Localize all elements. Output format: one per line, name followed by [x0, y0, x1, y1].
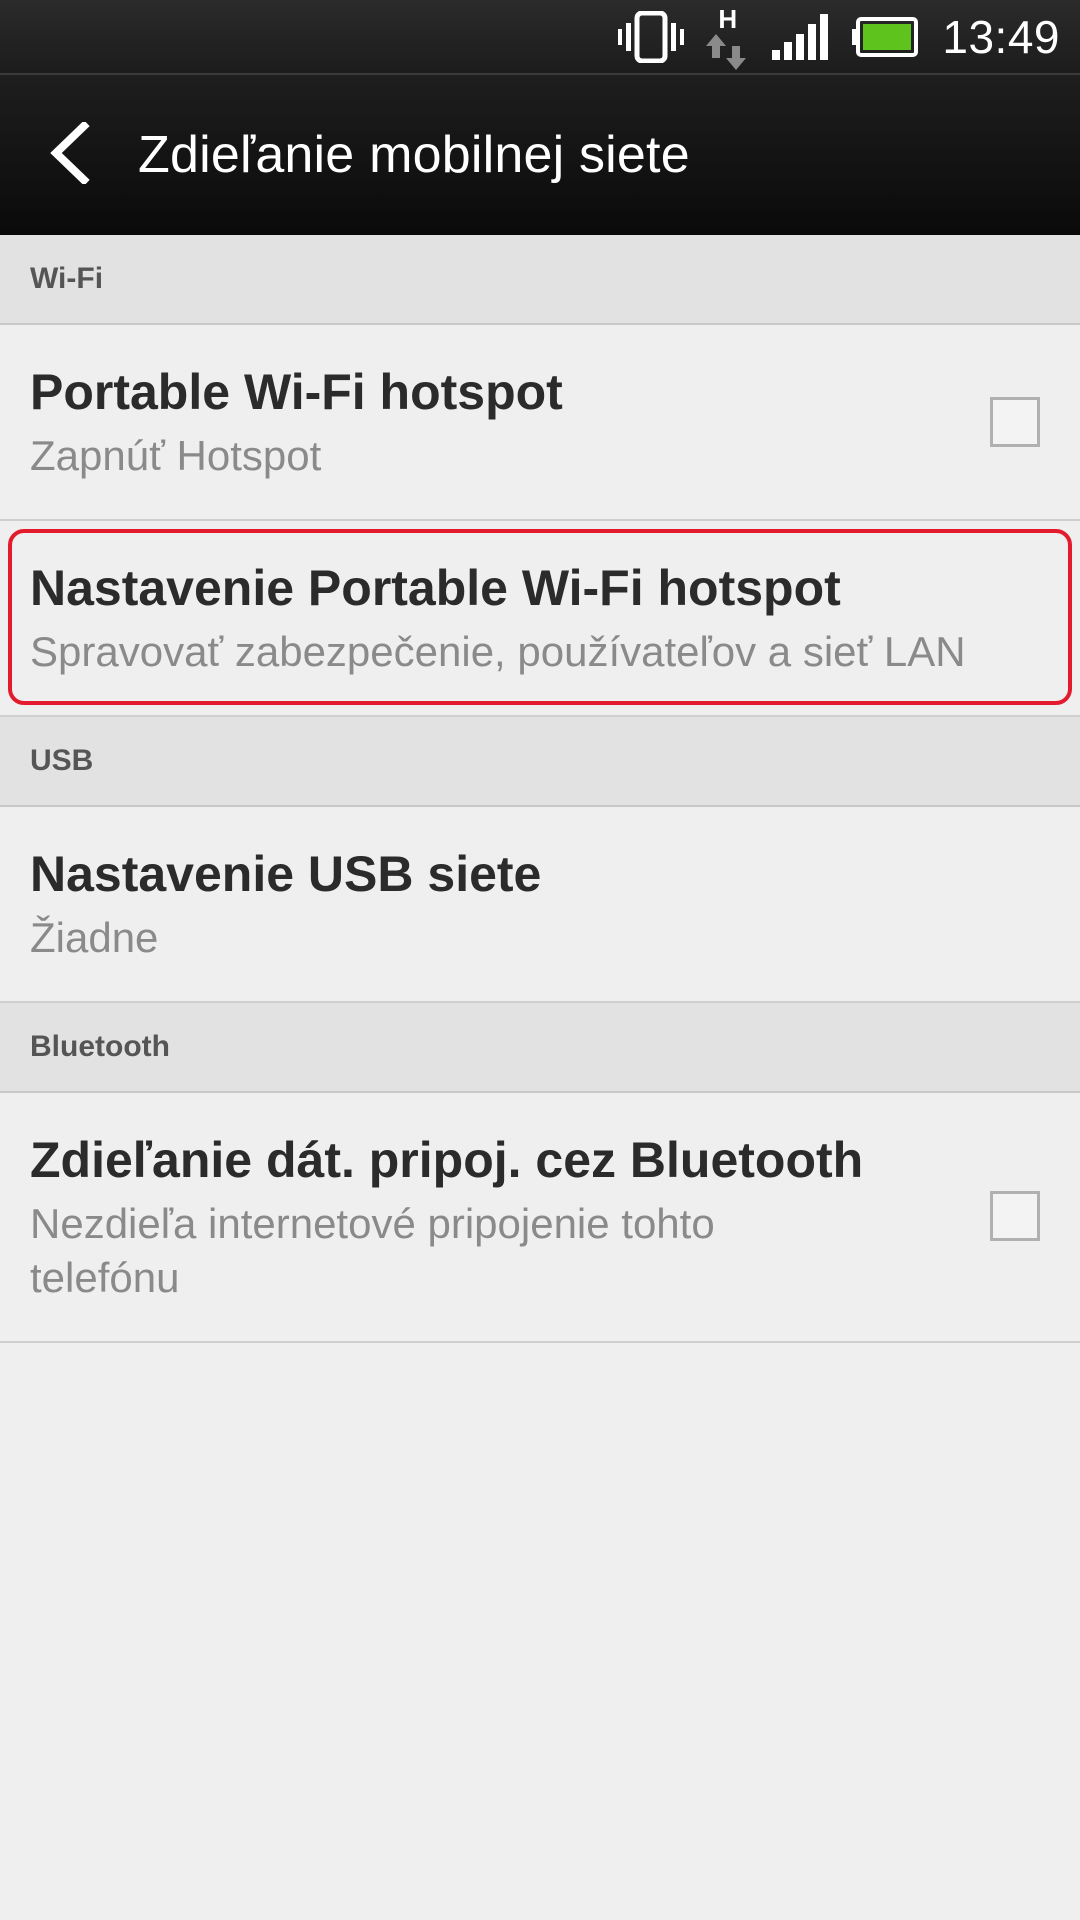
item-subtitle-line1: Nezdieľa internetové pripojenie tohto: [30, 1200, 715, 1247]
back-button[interactable]: [10, 74, 130, 236]
section-header-wifi: Wi-Fi: [0, 235, 1080, 325]
battery-icon: [852, 16, 919, 57]
section-header-bluetooth: Bluetooth: [0, 1003, 1080, 1093]
vibrate-icon: [618, 10, 685, 63]
section-header-usb: USB: [0, 717, 1080, 807]
item-title: Portable Wi-Fi hotspot: [30, 364, 563, 420]
action-bar: Zdieľanie mobilnej siete: [0, 73, 1080, 235]
item-title: Zdieľanie dát. pripoj. cez Bluetooth: [30, 1132, 864, 1188]
list-item-usb-settings[interactable]: Nastavenie USB siete Žiadne: [0, 807, 1080, 1003]
item-subtitle: Žiadne: [30, 914, 159, 961]
item-title: Nastavenie USB siete: [30, 846, 542, 902]
hotspot-checkbox[interactable]: [990, 397, 1040, 447]
item-subtitle: Spravovať zabezpečenie, používateľov a s…: [30, 628, 966, 675]
clock-time: 13:49: [942, 10, 1060, 63]
list-item-hotspot-settings[interactable]: Nastavenie Portable Wi-Fi hotspot Spravo…: [0, 521, 1080, 717]
item-subtitle: Zapnúť Hotspot: [30, 432, 322, 479]
status-bar: H 13:49: [0, 0, 1080, 73]
bluetooth-checkbox[interactable]: [990, 1191, 1040, 1241]
page-title: Zdieľanie mobilnej siete: [138, 126, 690, 184]
item-title: Nastavenie Portable Wi-Fi hotspot: [30, 560, 841, 616]
back-arrow-icon: [48, 119, 92, 189]
signal-icon: [772, 13, 830, 60]
network-type-label: H: [718, 3, 738, 34]
network-h-data-icon: H: [706, 4, 750, 70]
list-item-portable-hotspot[interactable]: Portable Wi-Fi hotspot Zapnúť Hotspot: [0, 325, 1080, 521]
list-item-bluetooth-tethering[interactable]: Zdieľanie dát. pripoj. cez Bluetooth Nez…: [0, 1093, 1080, 1343]
settings-list: Wi-Fi Portable Wi-Fi hotspot Zapnúť Hots…: [0, 235, 1080, 1343]
item-subtitle-line2: telefónu: [30, 1254, 180, 1301]
